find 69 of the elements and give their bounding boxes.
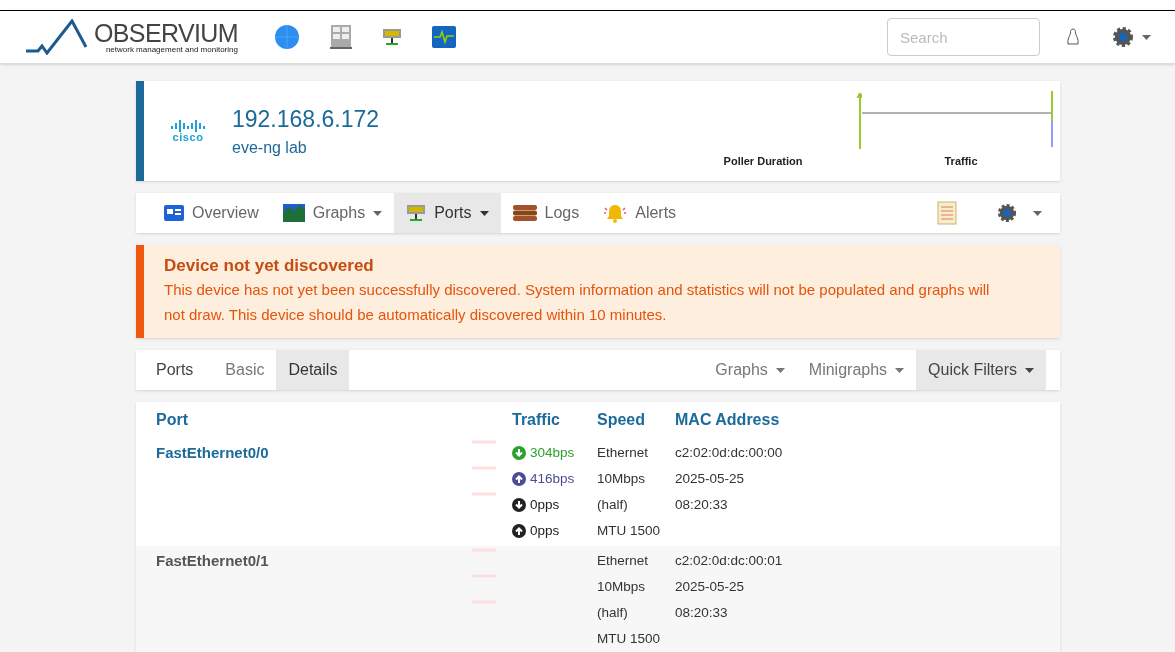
device-tab[interactable]: Ports <box>394 193 501 233</box>
device-tab[interactable]: Overview <box>152 193 271 233</box>
search-field[interactable]: Search <box>887 18 1040 56</box>
logo-text: OBSERVIUM <box>94 20 238 46</box>
speed-text: (half) <box>597 496 629 514</box>
device-location: eve-ng lab <box>232 138 308 159</box>
heartbeat-icon[interactable] <box>431 26 456 48</box>
caret-icon <box>1025 367 1034 373</box>
device-tab[interactable]: Graphs <box>270 193 395 233</box>
column-header[interactable]: Port <box>136 408 512 432</box>
arrow-down-icon <box>512 446 526 460</box>
mac-text: 08:20:33 <box>675 604 729 622</box>
arrow-up-icon <box>512 524 526 538</box>
speed-text: 10Mbps <box>597 470 647 488</box>
arrow-up-icon <box>512 472 526 486</box>
alert-title: Device not yet discovered <box>164 255 375 277</box>
traffic-value: 0pps <box>530 522 560 540</box>
view-tab[interactable]: Basic <box>213 350 277 390</box>
dropdown-menu[interactable]: Graphs <box>703 350 797 390</box>
caret-icon <box>1142 34 1151 40</box>
speed-text: Ethernet <box>597 552 650 570</box>
caret-icon <box>1033 210 1042 216</box>
graph-label: Poller Duration <box>723 153 803 169</box>
settings-icon <box>997 203 1017 223</box>
device-tab[interactable]: Alerts <box>591 193 689 233</box>
bell-icon <box>603 203 628 223</box>
speed-text: MTU 1500 <box>597 522 662 540</box>
settings-menu[interactable] <box>1112 26 1151 48</box>
dropdown-menu[interactable]: Quick Filters <box>916 350 1046 390</box>
server-icon[interactable] <box>329 25 352 49</box>
device-tab[interactable]: Logs <box>500 193 592 233</box>
settings-icon <box>1112 26 1134 48</box>
column-header[interactable]: Traffic <box>512 408 597 432</box>
speed-text: MTU 1500 <box>597 630 662 648</box>
view-tab[interactable]: Details <box>276 350 350 390</box>
column-header[interactable]: Speed <box>597 408 675 432</box>
mac-text: c2:02:0d:dc:00:01 <box>675 552 784 570</box>
traffic-value: 416bps <box>530 470 575 488</box>
logo-tagline: network management and monitoring <box>105 45 238 54</box>
speed-text: 10Mbps <box>597 578 647 596</box>
minigraph-drawing <box>472 440 496 496</box>
traffic-value: 0pps <box>530 496 560 514</box>
mac-text: 2025-05-25 <box>675 470 746 488</box>
ports-nav-title: Ports <box>156 360 195 380</box>
vendor-logo-text: cisco <box>172 131 204 143</box>
card-icon <box>164 205 184 221</box>
alert-message: This device has not yet been successfully discovered. System information and statistics will not be populated and graphs will not draw. This device should be automatically discovered within 10 minutes. <box>164 280 991 325</box>
logs-icon <box>512 205 537 221</box>
column-header[interactable]: MAC Address <box>675 408 875 432</box>
graph-label: Traffic <box>944 153 978 169</box>
caret-icon <box>895 367 905 373</box>
device-hostname[interactable]: 192.168.6.172 <box>232 101 380 137</box>
globe-icon[interactable] <box>273 24 300 50</box>
dropdown-menu[interactable]: Minigraphs <box>796 350 917 390</box>
mac-text: c2:02:0d:dc:00:00 <box>675 444 784 462</box>
port-name-link[interactable]: FastEthernet0/1 <box>156 548 269 652</box>
mac-text: 08:20:33 <box>675 496 729 514</box>
device-settings-menu[interactable] <box>997 203 1042 223</box>
network-port-icon[interactable] <box>381 27 402 47</box>
speed-text: (half) <box>597 604 629 622</box>
arrow-down-icon <box>512 498 526 512</box>
port-name-link[interactable]: FastEthernet0/0 <box>156 440 269 544</box>
traffic-value: 304bps <box>530 444 575 462</box>
speed-text: Ethernet <box>597 444 650 462</box>
network-port-icon <box>406 204 427 222</box>
chart-icon <box>282 204 305 222</box>
cisco-bars-icon <box>170 119 206 132</box>
caret-icon <box>775 367 785 373</box>
mac-text: 2025-05-25 <box>675 578 746 596</box>
